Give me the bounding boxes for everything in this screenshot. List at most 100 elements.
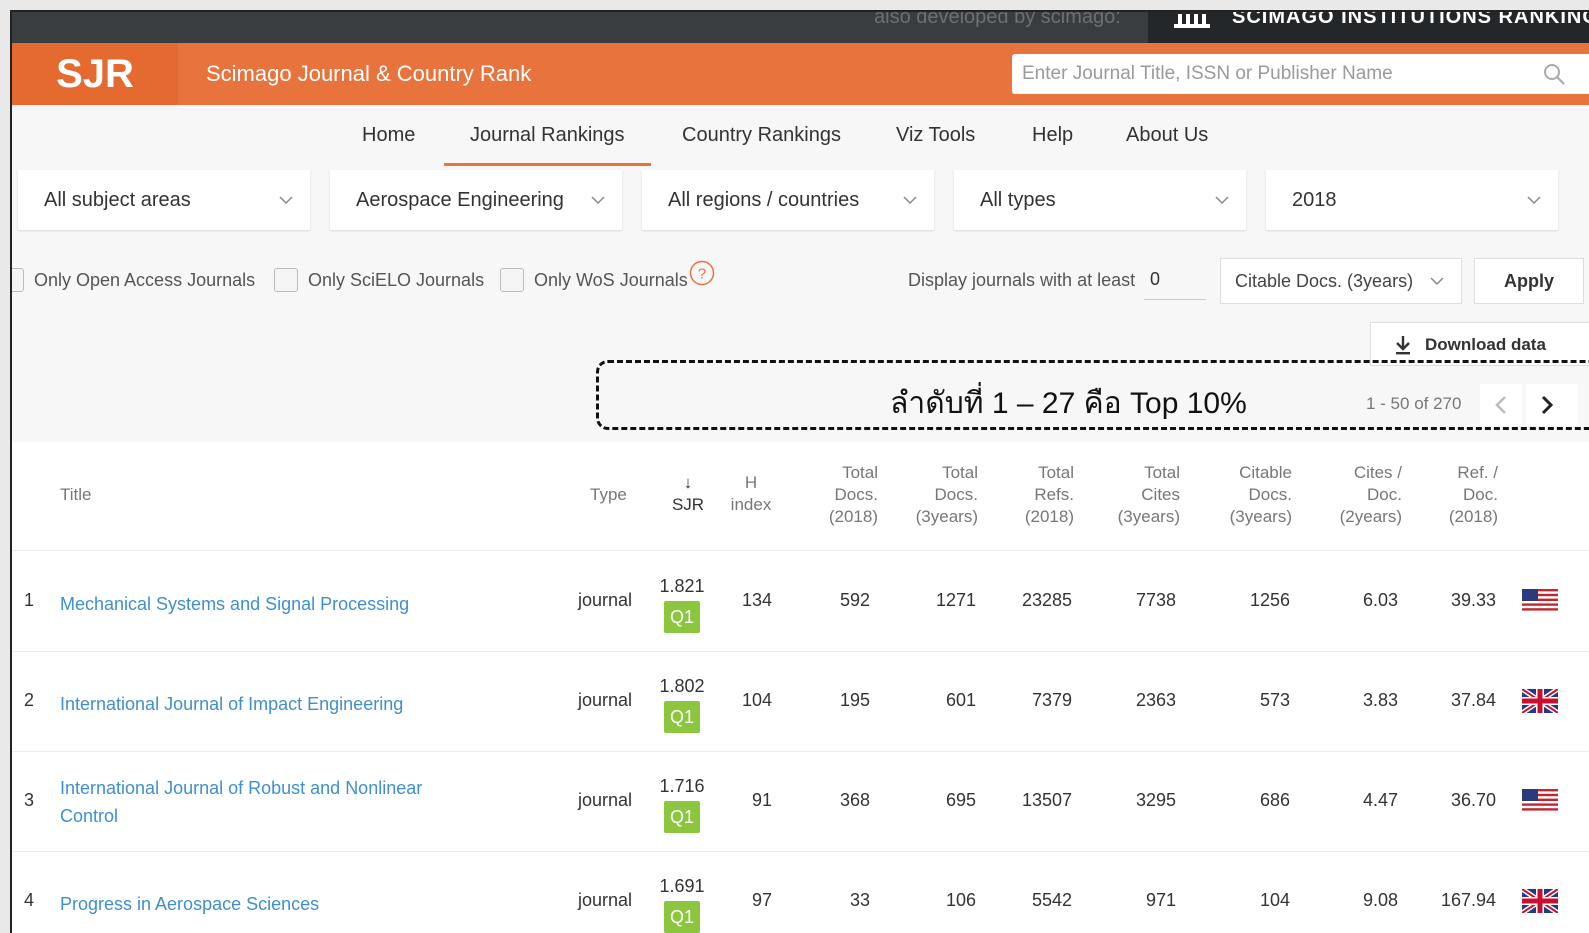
nav-viz-tools[interactable]: Viz Tools [896, 105, 975, 163]
hdr-line: Docs. [1248, 485, 1292, 504]
institution-icon [1174, 14, 1210, 28]
chevron-down-icon [591, 196, 605, 205]
sir-label: SCIMAGO INSTITUTIONS RANKINGS [1232, 10, 1589, 28]
ref-per-doc: 37.84 [1450, 690, 1496, 710]
cites-per-doc: 3.83 [1362, 690, 1398, 710]
nav-home[interactable]: Home [362, 105, 415, 163]
hdr-line: Refs. [1034, 485, 1074, 504]
table-row: 2 International Journal of Impact Engine… [12, 652, 1589, 752]
cites-per-doc: 4.47 [1362, 790, 1398, 810]
subject-category-dropdown[interactable]: Aerospace Engineering [330, 170, 622, 230]
journal-table: Title Type ↓ SJR H index Total Docs. (2018… [12, 442, 1589, 933]
hdr-line: Total [942, 463, 978, 482]
hdr-line: (3years) [915, 507, 978, 526]
col-type[interactable]: Type [590, 484, 627, 506]
hdr-line: Cites / [1353, 463, 1402, 482]
col-h-index[interactable]: H index [724, 472, 778, 516]
chevron-left-icon [1495, 396, 1506, 414]
table-row: 3 International Journal of Robust and No… [12, 752, 1589, 852]
total-refs: 13507 [1021, 790, 1072, 810]
type-dropdown[interactable]: All types [954, 170, 1246, 230]
col-total-docs-2018[interactable]: Total Docs. (2018) [812, 462, 878, 528]
total-refs: 5542 [1031, 890, 1072, 910]
col-cites-per-doc[interactable]: Cites / Doc. (2years) [1322, 462, 1402, 528]
col-total-refs[interactable]: Total Refs. (2018) [1008, 462, 1074, 528]
total-docs-3y: 1271 [935, 590, 976, 610]
col-citable-docs[interactable]: Citable Docs. (3years) [1212, 462, 1292, 528]
nav-journal-rankings[interactable]: Journal Rankings [444, 105, 651, 166]
subject-area-value: All subject areas [44, 189, 191, 211]
hdr-line: Total [1038, 463, 1074, 482]
rank: 1 [24, 590, 35, 610]
chevron-down-icon [1430, 277, 1444, 286]
chevron-down-icon [903, 196, 917, 205]
sjr-value: 1.821 [659, 576, 705, 596]
search-input[interactable] [1012, 54, 1589, 94]
journal-title-link[interactable]: Progress in Aerospace Sciences [60, 890, 319, 918]
hdr-line: (2years) [1339, 507, 1402, 526]
journal-title-link[interactable]: International Journal of Impact Engineer… [60, 690, 403, 718]
total-cites: 7738 [1135, 590, 1176, 610]
col-sjr-label: SJR [671, 495, 705, 514]
scielo-checkbox[interactable] [274, 268, 298, 292]
subject-area-dropdown[interactable]: All subject areas [18, 170, 310, 230]
col-sjr[interactable]: ↓ SJR [668, 472, 708, 516]
total-docs-2018: 195 [839, 690, 870, 710]
col-total-docs-3y[interactable]: Total Docs. (3years) [898, 462, 978, 528]
open-access-checkbox[interactable] [12, 268, 24, 292]
year-dropdown[interactable]: 2018 [1266, 170, 1558, 230]
hdr-line: Docs. [934, 485, 978, 504]
total-docs-3y: 695 [945, 790, 976, 810]
hdr-line: (2018) [1024, 507, 1074, 526]
chevron-down-icon [279, 196, 293, 205]
type: journal [577, 690, 632, 710]
citable-docs-select[interactable]: Citable Docs. (3years) [1220, 258, 1462, 304]
journal-title-link[interactable]: International Journal of Robust and Nonl… [60, 774, 450, 830]
help-icon[interactable]: ? [689, 260, 715, 286]
citable-docs: 686 [1259, 790, 1290, 810]
citable-docs: 573 [1259, 690, 1290, 710]
table-row: 1 Mechanical Systems and Signal Processi… [12, 552, 1589, 652]
total-docs-2018: 33 [849, 890, 870, 910]
quartile-badge: Q1 [664, 701, 700, 733]
next-page-button[interactable] [1526, 384, 1578, 426]
citable-docs: 1256 [1249, 590, 1290, 610]
nav-about-us[interactable]: About Us [1126, 105, 1208, 163]
previous-page-button[interactable] [1480, 384, 1522, 426]
col-ref-per-doc[interactable]: Ref. / Doc. (2018) [1432, 462, 1498, 528]
main-nav: Home Journal Rankings Country Rankings V… [12, 105, 1589, 166]
nav-help[interactable]: Help [1032, 105, 1073, 163]
hdr-line: Cites [1141, 485, 1180, 504]
search-icon[interactable] [1542, 62, 1566, 86]
hdr-line: Total [1144, 463, 1180, 482]
rank: 3 [24, 790, 35, 810]
hdr-line: (3years) [1229, 507, 1292, 526]
nav-country-rankings[interactable]: Country Rankings [682, 105, 841, 163]
min-docs-input[interactable] [1144, 260, 1206, 300]
col-total-cites[interactable]: Total Cites (3years) [1100, 462, 1180, 528]
hdr-line: (2018) [1448, 507, 1498, 526]
col-title[interactable]: Title [60, 484, 92, 506]
sjr-logo[interactable]: SJR [12, 43, 178, 105]
journal-title-link[interactable]: Mechanical Systems and Signal Processing [60, 590, 409, 618]
total-cites: 3295 [1135, 790, 1176, 810]
total-cites: 971 [1145, 890, 1176, 910]
region-dropdown[interactable]: All regions / countries [642, 170, 934, 230]
browser-frame: also developed by scimago: SCIMAGO INSTI… [10, 10, 1589, 933]
total-docs-2018: 368 [839, 790, 870, 810]
svg-text:?: ? [698, 266, 706, 283]
brand-title[interactable]: Scimago Journal & Country Rank [206, 43, 531, 105]
cites-per-doc: 6.03 [1362, 590, 1398, 610]
h-index: 97 [751, 890, 772, 910]
chevron-down-icon [1527, 196, 1541, 205]
year-value: 2018 [1292, 189, 1337, 211]
header-divider [12, 550, 1589, 551]
total-docs-3y: 601 [945, 690, 976, 710]
wos-checkbox[interactable] [500, 268, 524, 292]
developed-by-text: also developed by scimago: [874, 10, 1121, 28]
sir-link[interactable]: SCIMAGO INSTITUTIONS RANKINGS [1148, 12, 1589, 43]
apply-button[interactable]: Apply [1474, 258, 1584, 304]
total-docs-3y: 106 [945, 890, 976, 910]
sjr-cell: 1.802 Q1 [652, 676, 712, 733]
sjr-cell: 1.821 Q1 [652, 576, 712, 633]
